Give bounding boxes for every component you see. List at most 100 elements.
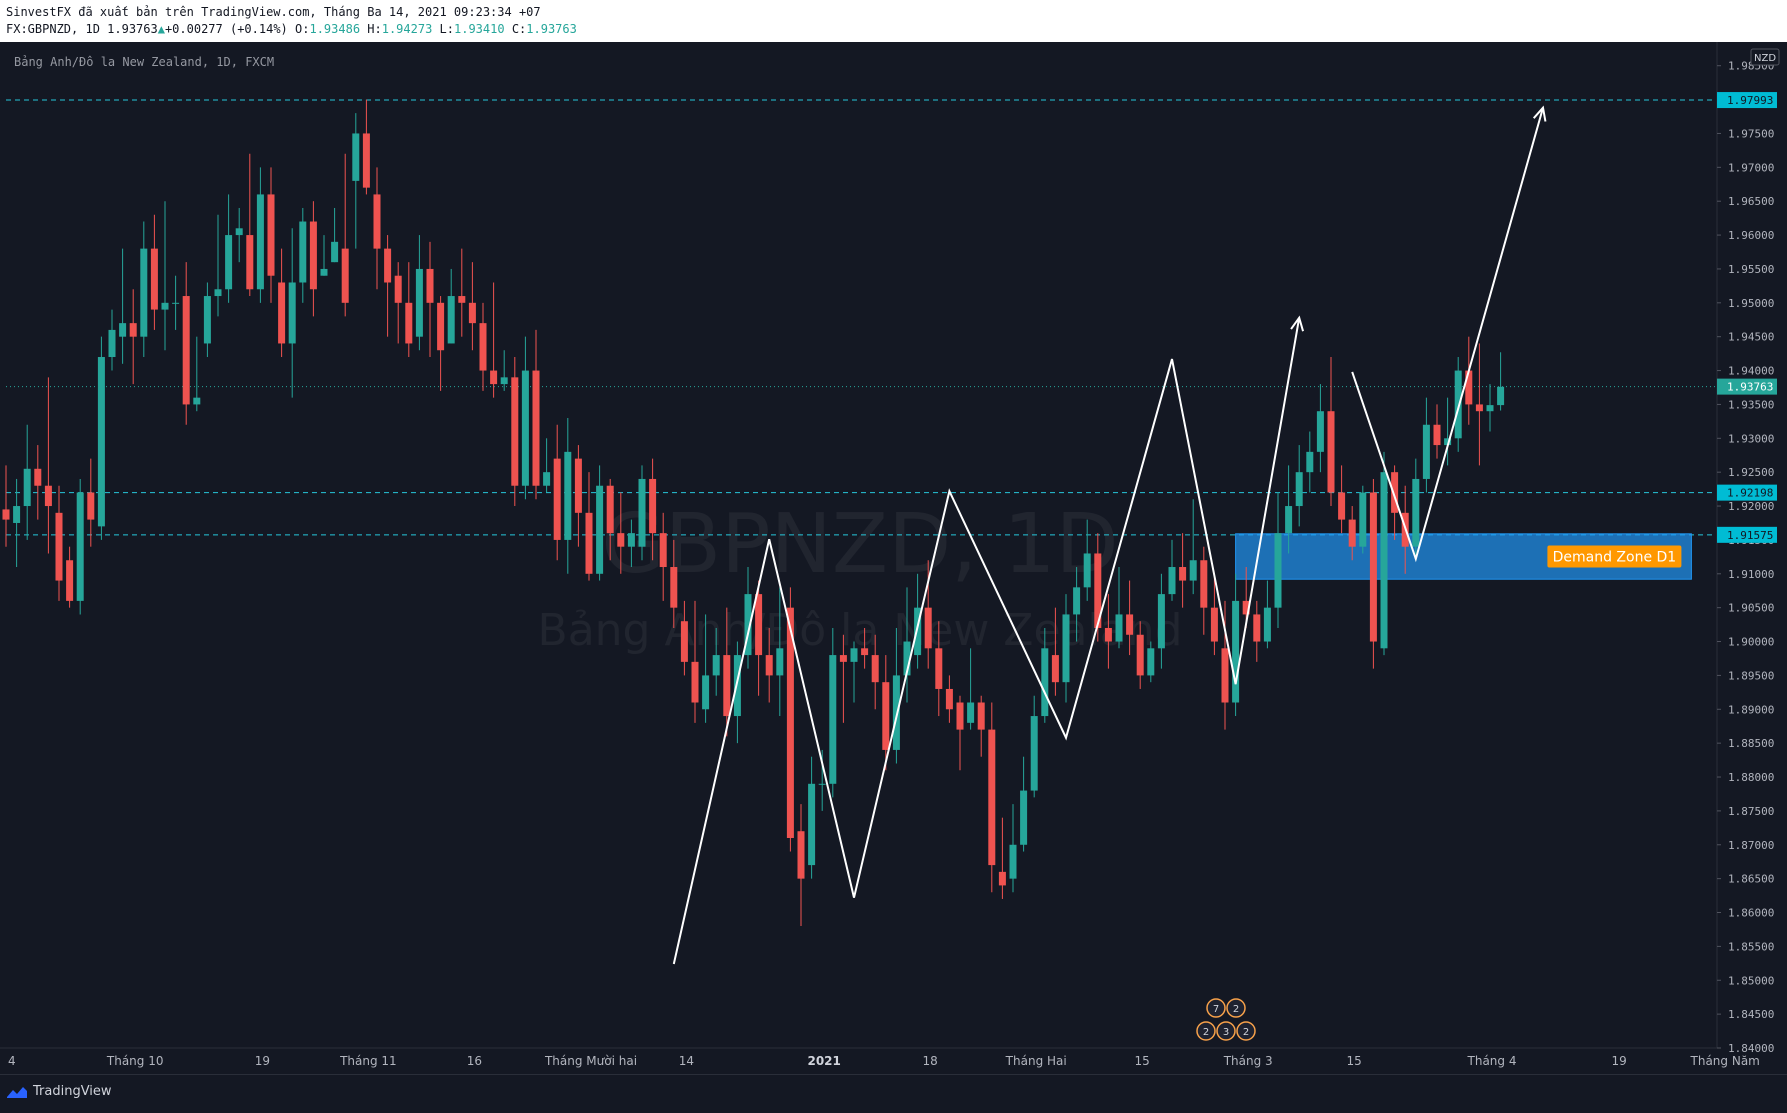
event-marker[interactable]: 2 (1226, 998, 1246, 1018)
candle-body (352, 133, 360, 181)
candle-body (935, 648, 943, 689)
candle-body (97, 357, 105, 527)
price-chart[interactable]: GBPNZD, 1D Bảng Anh/Đô la New Zealand Bảng… (0, 42, 1787, 1074)
candle-body (44, 485, 52, 507)
candle-body (1062, 614, 1070, 683)
candle-body (235, 228, 243, 236)
candle-body (1274, 533, 1282, 608)
candle-body (670, 567, 678, 608)
candle-body (702, 675, 710, 710)
candle-body (23, 468, 31, 507)
candle-body (193, 397, 201, 405)
candle-body (797, 831, 805, 879)
candle-body (172, 302, 180, 304)
candle-body (956, 702, 964, 730)
price-tick-label: 1.86500 (1728, 873, 1774, 886)
event-marker-count: 2 (1243, 1027, 1249, 1038)
candle[interactable] (511, 357, 519, 507)
candle-body (129, 323, 137, 337)
candle-body (108, 329, 116, 358)
price-tick-label: 1.90000 (1728, 636, 1774, 649)
candle-body (384, 248, 392, 283)
time-tick-label: 16 (467, 1054, 482, 1068)
time-tick-label: 2021 (807, 1054, 840, 1068)
candle-body (638, 478, 646, 547)
symbol-info: FX:GBPNZD, 1D 1.93763 (6, 22, 158, 36)
event-marker[interactable]: 2 (1196, 1021, 1216, 1041)
candle-body (596, 485, 604, 574)
time-tick-label: Tháng Mười hai (544, 1054, 637, 1068)
open-value: 1.93486 (309, 22, 361, 36)
candle-body (447, 296, 455, 344)
candle-body (437, 302, 445, 351)
event-marker-count: 3 (1223, 1027, 1229, 1038)
candle-body (606, 485, 614, 534)
candle-body (733, 655, 741, 717)
price-tick-label: 1.92000 (1728, 500, 1774, 513)
candle-body (256, 194, 264, 290)
candle-body (278, 282, 286, 344)
candle-body (405, 302, 413, 344)
price-tick-label: 1.85500 (1728, 940, 1774, 953)
candle-body (1369, 492, 1377, 642)
candle-body (1136, 634, 1144, 676)
event-marker-count: 2 (1233, 1004, 1239, 1015)
candle-body (87, 492, 95, 520)
candle-body (1422, 424, 1430, 479)
candle[interactable] (1380, 451, 1388, 656)
candle[interactable] (1454, 357, 1462, 452)
candle-body (341, 248, 349, 303)
candle-body (66, 560, 74, 601)
candle[interactable] (1369, 478, 1377, 669)
candle-body (967, 702, 975, 723)
time-tick-label: Tháng Năm (1690, 1054, 1760, 1068)
candle-body (1126, 614, 1134, 635)
candle[interactable] (76, 478, 84, 615)
candle[interactable] (1359, 485, 1367, 554)
time-tick-label: 15 (1135, 1054, 1150, 1068)
candle-body (246, 235, 254, 290)
candle-body (627, 533, 635, 547)
candle-body (1189, 560, 1197, 581)
price-tick-label: 1.87500 (1728, 805, 1774, 818)
price-tick-label: 1.92500 (1728, 466, 1774, 479)
candle-body (1306, 451, 1314, 473)
price-tick-label: 1.96500 (1728, 195, 1774, 208)
candle-body (617, 533, 625, 547)
candle[interactable] (988, 702, 996, 893)
candle-body (1497, 386, 1505, 406)
candle-body (1168, 567, 1176, 595)
candle-body (1200, 560, 1208, 608)
candle-body (2, 509, 10, 520)
symbol-ohlc-line: FX:GBPNZD, 1D 1.93763▲+0.00277 (+0.14%) … (6, 22, 577, 36)
tradingview-logo[interactable]: TradingView (6, 1084, 112, 1099)
time-tick-label: 18 (923, 1054, 938, 1068)
event-marker[interactable]: 3 (1216, 1021, 1236, 1041)
time-tick-label: Tháng 4 (1467, 1054, 1517, 1068)
candle-body (1157, 594, 1165, 649)
candle-body (13, 506, 21, 523)
candle-body (1073, 587, 1081, 615)
price-tick-label: 1.88500 (1728, 737, 1774, 750)
event-marker[interactable]: 7 (1206, 998, 1226, 1018)
candle-body (1486, 405, 1494, 412)
candle-body (299, 221, 307, 283)
candle-body (977, 702, 985, 730)
price-tick-label: 1.89500 (1728, 669, 1774, 682)
candle-body (479, 323, 487, 371)
tradingview-icon (7, 1086, 27, 1098)
time-tick-label: 15 (1347, 1054, 1362, 1068)
event-marker[interactable]: 2 (1236, 1021, 1256, 1041)
time-tick-label: Tháng Hai (1005, 1054, 1067, 1068)
candle-body (1327, 411, 1335, 493)
candle-body (1253, 614, 1261, 642)
candle-body (723, 655, 731, 717)
chart-area[interactable]: GBPNZD, 1D Bảng Anh/Đô la New Zealand Bảng… (0, 42, 1787, 1074)
candle[interactable] (638, 465, 646, 561)
candle[interactable] (97, 336, 105, 540)
close-label: C: (511, 22, 527, 36)
candle-body (1454, 370, 1462, 439)
candle-body (1263, 607, 1271, 642)
price-tick-label: 1.87000 (1728, 839, 1774, 852)
high-value: 1.94273 (381, 22, 433, 36)
